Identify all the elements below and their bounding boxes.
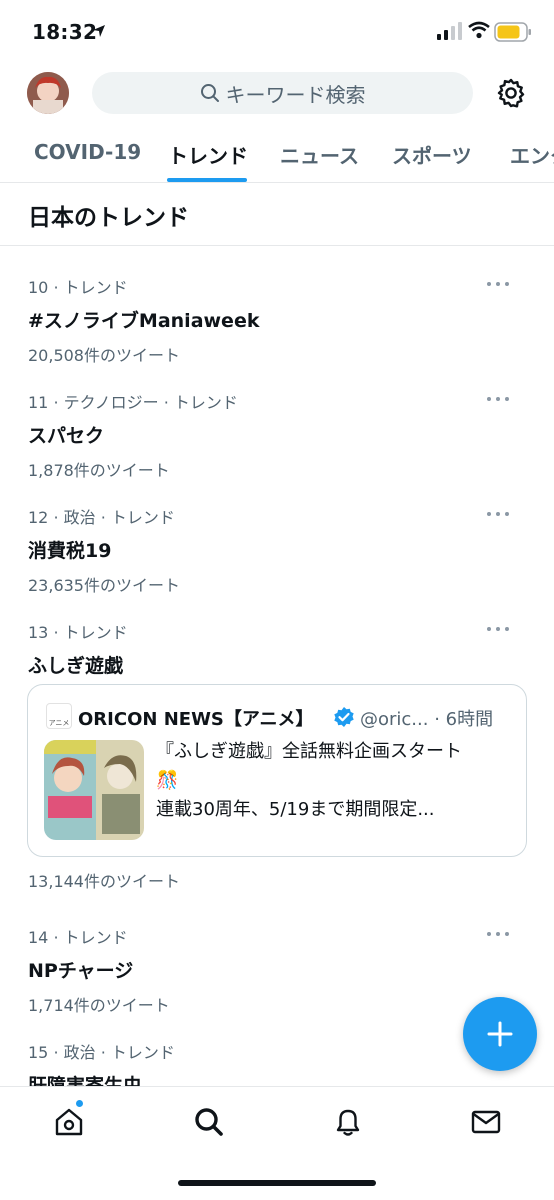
verified-icon bbox=[334, 707, 354, 727]
news-headline-line: 連載30周年、5/19まで期間限定... bbox=[156, 799, 435, 820]
trend-meta: 13 · トレンド bbox=[28, 623, 128, 642]
search-placeholder: キーワード検索 bbox=[225, 82, 366, 107]
search-input[interactable]: キーワード検索 bbox=[92, 72, 473, 114]
home-indicator bbox=[178, 1180, 376, 1186]
trend-name: スパセク bbox=[28, 425, 105, 447]
trend-meta: 10 · トレンド bbox=[28, 278, 128, 297]
explore-tabs: COVID-19 トレンド ニュース スポーツ エンタ bbox=[0, 132, 554, 183]
trend-meta: 11 · テクノロジー · トレンド bbox=[28, 393, 238, 412]
compose-plus-icon bbox=[487, 1021, 513, 1047]
tab-trends[interactable]: トレンド bbox=[168, 140, 248, 169]
trend-meta: 14 · トレンド bbox=[28, 928, 128, 947]
trend-meta: 12 · 政治 · トレンド bbox=[28, 508, 175, 527]
news-headline-line: 『ふしぎ遊戯』全話無料企画スタート bbox=[156, 741, 462, 762]
location-arrow-icon bbox=[93, 25, 105, 37]
trend-count: 1,714件のツイート bbox=[28, 996, 170, 1015]
gear-icon[interactable] bbox=[495, 77, 527, 109]
trend-item[interactable]: 12 · 政治 · トレンド 消費税19 23,635件のツイート bbox=[28, 504, 528, 596]
more-icon[interactable] bbox=[486, 625, 510, 633]
news-card[interactable]: アニメ ORICON NEWS【アニメ】 @oric... · 6時間 『ふしぎ… bbox=[27, 684, 527, 857]
compose-button[interactable] bbox=[463, 997, 537, 1071]
battery-icon bbox=[494, 22, 531, 42]
wifi-icon bbox=[468, 21, 490, 39]
home-icon[interactable] bbox=[53, 1106, 85, 1138]
news-handle-time: @oric... · 6時間 bbox=[360, 709, 494, 730]
trend-count: 13,144件のツイート bbox=[28, 872, 180, 891]
section-title: 日本のトレンド bbox=[28, 205, 189, 231]
trend-count: 1,878件のツイート bbox=[28, 461, 170, 480]
news-thumbnail bbox=[44, 740, 144, 840]
more-icon[interactable] bbox=[486, 930, 510, 938]
news-source-logo: アニメ bbox=[46, 703, 72, 729]
trend-item[interactable]: 11 · テクノロジー · トレンド スパセク 1,878件のツイート bbox=[28, 389, 528, 481]
bell-icon[interactable] bbox=[332, 1106, 364, 1138]
trend-item[interactable]: 14 · トレンド NPチャージ 1,714件のツイート bbox=[28, 924, 528, 1016]
more-icon[interactable] bbox=[486, 510, 510, 518]
mail-icon[interactable] bbox=[470, 1106, 502, 1138]
signal-icon bbox=[437, 22, 462, 40]
status-time: 18:32 bbox=[32, 20, 98, 44]
trend-name: 消費税19 bbox=[28, 540, 112, 562]
trend-item[interactable]: 10 · トレンド #スノライブManiaweek 20,508件のツイート bbox=[28, 274, 528, 366]
trend-item[interactable]: 13 · トレンド ふしぎ遊戯 bbox=[28, 619, 528, 678]
tab-news[interactable]: ニュース bbox=[280, 140, 359, 169]
trend-name: NPチャージ bbox=[28, 960, 134, 982]
trend-count: 23,635件のツイート bbox=[28, 576, 180, 595]
explore-search-icon[interactable] bbox=[193, 1106, 225, 1138]
more-icon[interactable] bbox=[486, 395, 510, 403]
news-headline: 『ふしぎ遊戯』全話無料企画スタート 🎊 連載30周年、5/19まで期間限定... bbox=[156, 737, 501, 824]
tab-covid19[interactable]: COVID-19 bbox=[34, 140, 141, 164]
search-icon bbox=[200, 84, 219, 102]
tab-sports[interactable]: スポーツ bbox=[392, 140, 472, 169]
news-headline-emoji: 🎊 bbox=[156, 770, 179, 791]
trend-name: ふしぎ遊戯 bbox=[28, 655, 124, 677]
avatar[interactable] bbox=[27, 72, 69, 114]
news-source-name: ORICON NEWS【アニメ】 bbox=[78, 709, 314, 730]
active-tab-indicator bbox=[167, 178, 247, 182]
trend-count: 20,508件のツイート bbox=[28, 346, 180, 365]
tab-entertainment[interactable]: エンタ bbox=[510, 140, 554, 169]
home-notification-dot bbox=[76, 1100, 83, 1107]
divider bbox=[0, 245, 554, 246]
more-icon[interactable] bbox=[486, 280, 510, 288]
news-source-logo-text: アニメ bbox=[48, 719, 70, 727]
trend-name: #スノライブManiaweek bbox=[28, 310, 260, 332]
trend-meta: 15 · 政治 · トレンド bbox=[28, 1043, 175, 1062]
